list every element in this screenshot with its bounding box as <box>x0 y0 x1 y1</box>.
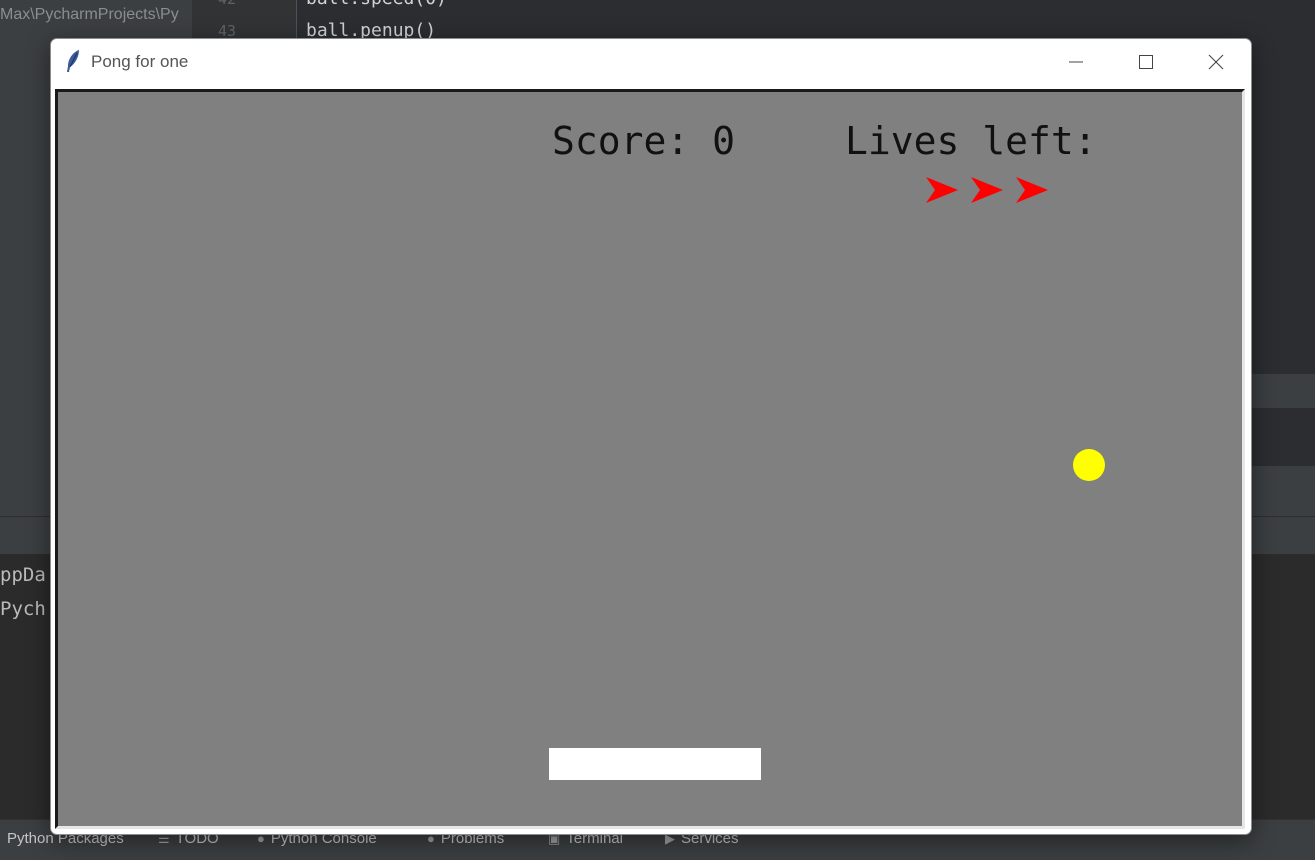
code-line[interactable]: ball.speed(0) <box>306 0 447 9</box>
close-button[interactable] <box>1181 39 1251 85</box>
title-bar[interactable]: Pong for one <box>51 39 1251 85</box>
maximize-icon <box>1139 55 1153 69</box>
ball <box>1073 449 1105 481</box>
game-canvas[interactable]: Score: 0 Lives left: <box>55 89 1245 829</box>
close-icon <box>1208 54 1224 70</box>
line-gutter: 42 43 <box>192 0 296 40</box>
console-line: ppDa <box>0 564 46 586</box>
project-path: Max\PycharmProjects\Py <box>0 6 179 23</box>
game-window: Pong for one Score: 0 Lives left: <box>50 38 1252 835</box>
life-marker-icon <box>1016 177 1048 203</box>
paddle <box>549 748 761 780</box>
score-display: Score: 0 <box>552 119 736 163</box>
life-marker-icon <box>926 177 958 203</box>
minimize-icon <box>1069 61 1083 63</box>
console-line: Pych <box>0 598 46 620</box>
gutter-divider <box>296 0 297 40</box>
maximize-button[interactable] <box>1111 39 1181 85</box>
minimize-button[interactable] <box>1041 39 1111 85</box>
feather-icon <box>67 50 79 72</box>
line-number: 42 <box>218 0 236 8</box>
window-title: Pong for one <box>91 52 189 71</box>
lives-label: Lives left: <box>845 119 1097 163</box>
life-marker-icon <box>971 177 1003 203</box>
lives-indicator <box>926 177 1048 203</box>
editor-band <box>1250 374 1315 408</box>
